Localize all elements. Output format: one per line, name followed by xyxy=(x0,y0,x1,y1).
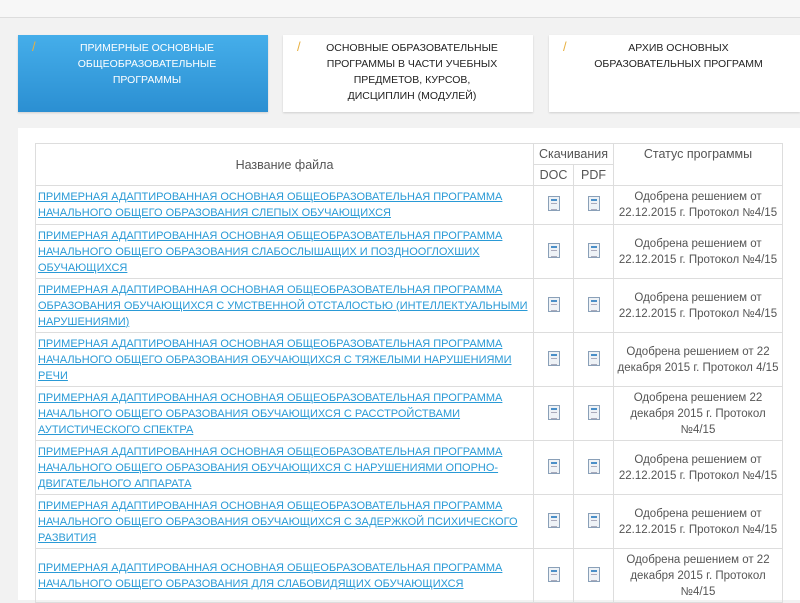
doc-cell xyxy=(533,224,574,279)
header-doc: DOC xyxy=(533,164,574,186)
file-link[interactable]: ПРИМЕРНАЯ АДАПТИРОВАННАЯ ОСНОВНАЯ ОБЩЕОБ… xyxy=(36,443,533,493)
pdf-download-icon[interactable] xyxy=(587,242,600,258)
doc-download-icon[interactable] xyxy=(547,196,560,211)
file-link[interactable]: ПРИМЕРНАЯ АДАПТИРОВАННАЯ ОСНОВНАЯ ОБЩЕОБ… xyxy=(36,335,533,385)
doc-download-icon[interactable] xyxy=(547,512,560,528)
file-name-cell: ПРИМЕРНАЯ АДАПТИРОВАННАЯ ОСНОВНАЯ ОБЩЕОБ… xyxy=(35,548,534,603)
table-row: ПРИМЕРНАЯ АДАПТИРОВАННАЯ ОСНОВНАЯ ОБЩЕОБ… xyxy=(35,332,783,387)
header-downloads: Скачивания xyxy=(533,143,614,165)
doc-download-icon[interactable] xyxy=(547,566,560,582)
pdf-download-icon[interactable] xyxy=(587,404,600,420)
table-row: ПРИМЕРНАЯ АДАПТИРОВАННАЯ ОСНОВНАЯ ОБЩЕОБ… xyxy=(35,224,783,279)
tab-label: ПРИМЕРНЫЕ ОСНОВНЫЕ ОБЩЕОБРАЗОВАТЕЛЬНЫЕ П… xyxy=(77,42,217,86)
pdf-download-icon[interactable] xyxy=(587,196,600,211)
doc-download-icon[interactable] xyxy=(547,242,560,258)
file-link[interactable]: ПРИМЕРНАЯ АДАПТИРОВАННАЯ ОСНОВНАЯ ОБЩЕОБ… xyxy=(36,281,533,331)
status-text: Одобрена решением от 22 декабря 2015 г. … xyxy=(613,548,783,603)
status-text: Одобрена решением от 22.12.2015 г. Прото… xyxy=(613,185,783,225)
doc-download-icon[interactable] xyxy=(547,404,560,420)
file-name-cell: ПРИМЕРНАЯ АДАПТИРОВАННАЯ ОСНОВНАЯ ОБЩЕОБ… xyxy=(35,440,534,495)
file-name-cell: ПРИМЕРНАЯ АДАПТИРОВАННАЯ ОСНОВНАЯ ОБЩЕОБ… xyxy=(35,494,534,549)
pdf-download-icon[interactable] xyxy=(587,296,600,312)
pdf-cell xyxy=(573,332,614,387)
header-pdf: PDF xyxy=(573,164,614,186)
table-row: ПРИМЕРНАЯ АДАПТИРОВАННАЯ ОСНОВНАЯ ОБЩЕОБ… xyxy=(35,440,783,495)
tab-label: ОСНОВНЫЕ ОБРАЗОВАТЕЛЬНЫЕ ПРОГРАММЫ В ЧАС… xyxy=(326,42,498,102)
pdf-download-icon[interactable] xyxy=(587,350,600,366)
doc-download-icon[interactable] xyxy=(547,296,560,312)
file-link[interactable]: ПРИМЕРНАЯ АДАПТИРОВАННАЯ ОСНОВНАЯ ОБЩЕОБ… xyxy=(36,497,533,547)
file-name-cell: ПРИМЕРНАЯ АДАПТИРОВАННАЯ ОСНОВНАЯ ОБЩЕОБ… xyxy=(35,332,534,387)
pdf-cell xyxy=(573,224,614,279)
programs-table: Название файла Скачивания Статус програм… xyxy=(35,143,783,603)
doc-cell xyxy=(533,440,574,495)
pdf-cell xyxy=(573,278,614,333)
slash-icon: / xyxy=(563,39,567,54)
file-name-cell: ПРИМЕРНАЯ АДАПТИРОВАННАЯ ОСНОВНАЯ ОБЩЕОБ… xyxy=(35,386,534,441)
doc-download-icon[interactable] xyxy=(547,458,560,474)
pdf-cell xyxy=(573,185,614,225)
tab-sample-programs[interactable]: / ПРИМЕРНЫЕ ОСНОВНЫЕ ОБЩЕОБРАЗОВАТЕЛЬНЫЕ … xyxy=(18,35,268,112)
doc-cell xyxy=(533,278,574,333)
tab-label: АРХИВ ОСНОВНЫХ ОБРАЗОВАТЕЛЬНЫХ ПРОГРАММ xyxy=(594,42,763,70)
top-bar xyxy=(0,0,800,18)
status-text: Одобрена решением от 22.12.2015 г. Прото… xyxy=(613,494,783,549)
pdf-cell xyxy=(573,440,614,495)
table-row: ПРИМЕРНАЯ АДАПТИРОВАННАЯ ОСНОВНАЯ ОБЩЕОБ… xyxy=(35,185,783,225)
doc-cell xyxy=(533,548,574,603)
pdf-download-icon[interactable] xyxy=(587,566,600,582)
header-status: Статус программы xyxy=(613,143,783,186)
table-row: ПРИМЕРНАЯ АДАПТИРОВАННАЯ ОСНОВНАЯ ОБЩЕОБ… xyxy=(35,386,783,441)
pdf-download-icon[interactable] xyxy=(587,458,600,474)
table-row: ПРИМЕРНАЯ АДАПТИРОВАННАЯ ОСНОВНАЯ ОБЩЕОБ… xyxy=(35,548,783,603)
doc-cell xyxy=(533,185,574,225)
file-link[interactable]: ПРИМЕРНАЯ АДАПТИРОВАННАЯ ОСНОВНАЯ ОБЩЕОБ… xyxy=(36,188,533,222)
status-text: Одобрена решением 22 декабря 2015 г. Про… xyxy=(613,386,783,441)
table-row: ПРИМЕРНАЯ АДАПТИРОВАННАЯ ОСНОВНАЯ ОБЩЕОБ… xyxy=(35,278,783,333)
status-text: Одобрена решением от 22.12.2015 г. Прото… xyxy=(613,224,783,279)
pdf-cell xyxy=(573,494,614,549)
tab-archive[interactable]: / АРХИВ ОСНОВНЫХ ОБРАЗОВАТЕЛЬНЫХ ПРОГРАММ xyxy=(549,35,800,112)
file-name-cell: ПРИМЕРНАЯ АДАПТИРОВАННАЯ ОСНОВНАЯ ОБЩЕОБ… xyxy=(35,185,534,225)
tab-subject-programs[interactable]: / ОСНОВНЫЕ ОБРАЗОВАТЕЛЬНЫЕ ПРОГРАММЫ В ЧА… xyxy=(283,35,533,112)
doc-download-icon[interactable] xyxy=(547,350,560,366)
pdf-cell xyxy=(573,386,614,441)
file-name-cell: ПРИМЕРНАЯ АДАПТИРОВАННАЯ ОСНОВНАЯ ОБЩЕОБ… xyxy=(35,278,534,333)
file-link[interactable]: ПРИМЕРНАЯ АДАПТИРОВАННАЯ ОСНОВНАЯ ОБЩЕОБ… xyxy=(36,559,533,593)
doc-cell xyxy=(533,332,574,387)
status-text: Одобрена решением от 22 декабря 2015 г. … xyxy=(613,332,783,387)
status-text: Одобрена решением от 22.12.2015 г. Прото… xyxy=(613,440,783,495)
file-link[interactable]: ПРИМЕРНАЯ АДАПТИРОВАННАЯ ОСНОВНАЯ ОБЩЕОБ… xyxy=(36,227,533,277)
header-file-name: Название файла xyxy=(35,143,534,186)
table-row: ПРИМЕРНАЯ АДАПТИРОВАННАЯ ОСНОВНАЯ ОБЩЕОБ… xyxy=(35,494,783,549)
file-name-cell: ПРИМЕРНАЯ АДАПТИРОВАННАЯ ОСНОВНАЯ ОБЩЕОБ… xyxy=(35,224,534,279)
slash-icon: / xyxy=(32,39,36,54)
slash-icon: / xyxy=(297,39,301,54)
doc-cell xyxy=(533,494,574,549)
doc-cell xyxy=(533,386,574,441)
status-text: Одобрена решением от 22.12.2015 г. Прото… xyxy=(613,278,783,333)
file-link[interactable]: ПРИМЕРНАЯ АДАПТИРОВАННАЯ ОСНОВНАЯ ОБЩЕОБ… xyxy=(36,389,533,439)
pdf-cell xyxy=(573,548,614,603)
pdf-download-icon[interactable] xyxy=(587,512,600,528)
